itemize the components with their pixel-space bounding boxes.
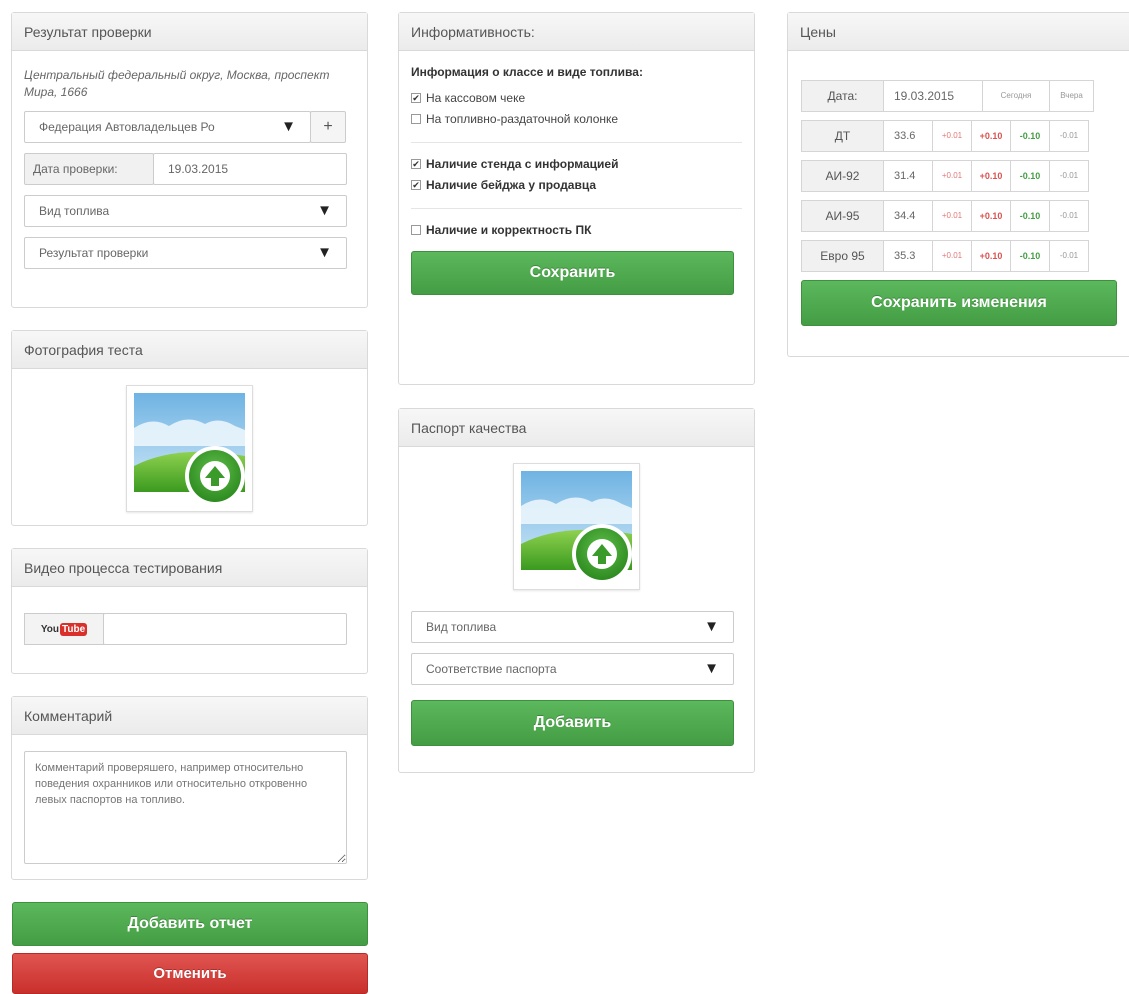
add-organization-button[interactable]: +: [310, 111, 346, 143]
checkbox-empty-icon[interactable]: [411, 114, 421, 124]
yesterday-button[interactable]: Вчера: [1049, 80, 1094, 112]
check-result-select[interactable]: Результат проверки ▼: [24, 237, 347, 269]
step-button[interactable]: +0.01: [932, 160, 972, 192]
add-passport-button[interactable]: Добавить: [411, 700, 734, 746]
result-panel: Результат проверки Центральный федеральн…: [11, 12, 368, 308]
save-prices-button[interactable]: Сохранить изменения: [801, 280, 1117, 326]
chevron-down-icon: ▼: [317, 244, 332, 261]
photo-upload-button[interactable]: [126, 385, 253, 512]
step-button[interactable]: +0.10: [971, 120, 1011, 152]
price-input[interactable]: 33.6: [883, 120, 933, 152]
step-button[interactable]: -0.10: [1010, 160, 1050, 192]
fuel-label: АИ-92: [801, 160, 884, 192]
price-input[interactable]: 34.4: [883, 200, 933, 232]
checkbox-empty-icon[interactable]: [411, 225, 421, 235]
upload-image-icon: [134, 393, 245, 506]
fuel-label: АИ-95: [801, 200, 884, 232]
checkbox-checked-icon[interactable]: ✔: [411, 159, 421, 169]
upload-image-icon: [521, 471, 632, 584]
photo-panel: Фотография теста: [11, 330, 368, 526]
prices-date-input[interactable]: 19.03.2015: [883, 80, 983, 112]
chevron-down-icon: ▼: [317, 202, 332, 219]
check-receipt[interactable]: ✔ На кассовом чеке: [411, 91, 742, 105]
cancel-button[interactable]: Отменить: [12, 953, 368, 994]
chevron-down-icon: ▼: [281, 118, 296, 135]
youtube-icon: You Tube: [24, 613, 104, 645]
prices-panel: Цены Дата: 19.03.2015 Сегодня Вчера ДТ 3…: [787, 12, 1129, 357]
prices-panel-title: Цены: [788, 13, 1129, 51]
divider: [411, 142, 742, 143]
chevron-down-icon: ▼: [704, 660, 719, 677]
passport-fuel-select[interactable]: Вид топлива ▼: [411, 611, 734, 643]
video-url-input[interactable]: [103, 613, 347, 645]
step-button[interactable]: +0.10: [971, 160, 1011, 192]
step-button[interactable]: +0.10: [971, 200, 1011, 232]
step-button[interactable]: -0.10: [1010, 240, 1050, 272]
check-pump[interactable]: На топливно-раздаточной колонке: [411, 112, 742, 126]
step-button[interactable]: +0.01: [932, 240, 972, 272]
organization-select-value: Федерация Автовладельцев Ро: [39, 120, 215, 134]
info-subtitle: Информация о классе и виде топлива:: [411, 65, 643, 79]
passport-match-select[interactable]: Соответствие паспорта ▼: [411, 653, 734, 685]
prices-date-label: Дата:: [801, 80, 884, 112]
prices-header-row: Дата: 19.03.2015 Сегодня Вчера: [801, 80, 1129, 112]
step-button[interactable]: +0.01: [932, 120, 972, 152]
step-button[interactable]: +0.10: [971, 240, 1011, 272]
step-button[interactable]: -0.10: [1010, 200, 1050, 232]
check-badge[interactable]: ✔ Наличие бейджа у продавца: [411, 178, 742, 192]
address-text: Центральный федеральный округ, Москва, п…: [24, 68, 330, 99]
passport-match-select-value: Соответствие паспорта: [426, 662, 557, 676]
video-panel-title: Видео процесса тестирования: [12, 549, 367, 587]
comment-panel-title: Комментарий: [12, 697, 367, 735]
checkbox-checked-icon[interactable]: ✔: [411, 180, 421, 190]
step-button[interactable]: -0.10: [1010, 120, 1050, 152]
price-input[interactable]: 31.4: [883, 160, 933, 192]
check-date-input[interactable]: 19.03.2015: [153, 153, 347, 185]
passport-upload-button[interactable]: [513, 463, 640, 590]
step-button[interactable]: -0.01: [1049, 240, 1089, 272]
photo-panel-title: Фотография теста: [12, 331, 367, 369]
fuel-type-select-value: Вид топлива: [39, 204, 110, 218]
check-result-select-value: Результат проверки: [39, 246, 149, 260]
info-panel: Информативность: Информация о классе и в…: [398, 12, 755, 385]
step-button[interactable]: -0.01: [1049, 200, 1089, 232]
today-button[interactable]: Сегодня: [982, 80, 1050, 112]
result-panel-title: Результат проверки: [12, 13, 367, 51]
price-row-dt: ДТ 33.6 +0.01 +0.10 -0.10 -0.01: [801, 120, 1129, 152]
step-button[interactable]: +0.01: [932, 200, 972, 232]
organization-select[interactable]: Федерация Автовладельцев Ро ▼: [24, 111, 311, 143]
passport-panel: Паспорт качества Вид топлива ▼ Соответст…: [398, 408, 755, 773]
video-panel: Видео процесса тестирования You Tube: [11, 548, 368, 674]
comment-panel: Комментарий: [11, 696, 368, 880]
divider: [411, 208, 742, 209]
price-input[interactable]: 35.3: [883, 240, 933, 272]
passport-panel-title: Паспорт качества: [399, 409, 754, 447]
fuel-type-select[interactable]: Вид топлива ▼: [24, 195, 347, 227]
check-pk[interactable]: Наличие и корректность ПК: [411, 223, 742, 237]
add-report-button[interactable]: Добавить отчет: [12, 902, 368, 946]
price-row-ai92: АИ-92 31.4 +0.01 +0.10 -0.10 -0.01: [801, 160, 1129, 192]
price-row-ai95: АИ-95 34.4 +0.01 +0.10 -0.10 -0.01: [801, 200, 1129, 232]
info-panel-title: Информативность:: [399, 13, 754, 51]
fuel-label: Евро 95: [801, 240, 884, 272]
fuel-label: ДТ: [801, 120, 884, 152]
check-date-label: Дата проверки:: [24, 153, 154, 185]
step-button[interactable]: -0.01: [1049, 120, 1089, 152]
checkbox-checked-icon[interactable]: ✔: [411, 93, 421, 103]
passport-fuel-select-value: Вид топлива: [426, 620, 497, 634]
chevron-down-icon: ▼: [704, 618, 719, 635]
comment-textarea[interactable]: [24, 751, 347, 864]
save-info-button[interactable]: Сохранить: [411, 251, 734, 295]
price-row-euro95: Евро 95 35.3 +0.01 +0.10 -0.10 -0.01: [801, 240, 1129, 272]
step-button[interactable]: -0.01: [1049, 160, 1089, 192]
check-stand[interactable]: ✔ Наличие стенда с информацией: [411, 157, 742, 171]
